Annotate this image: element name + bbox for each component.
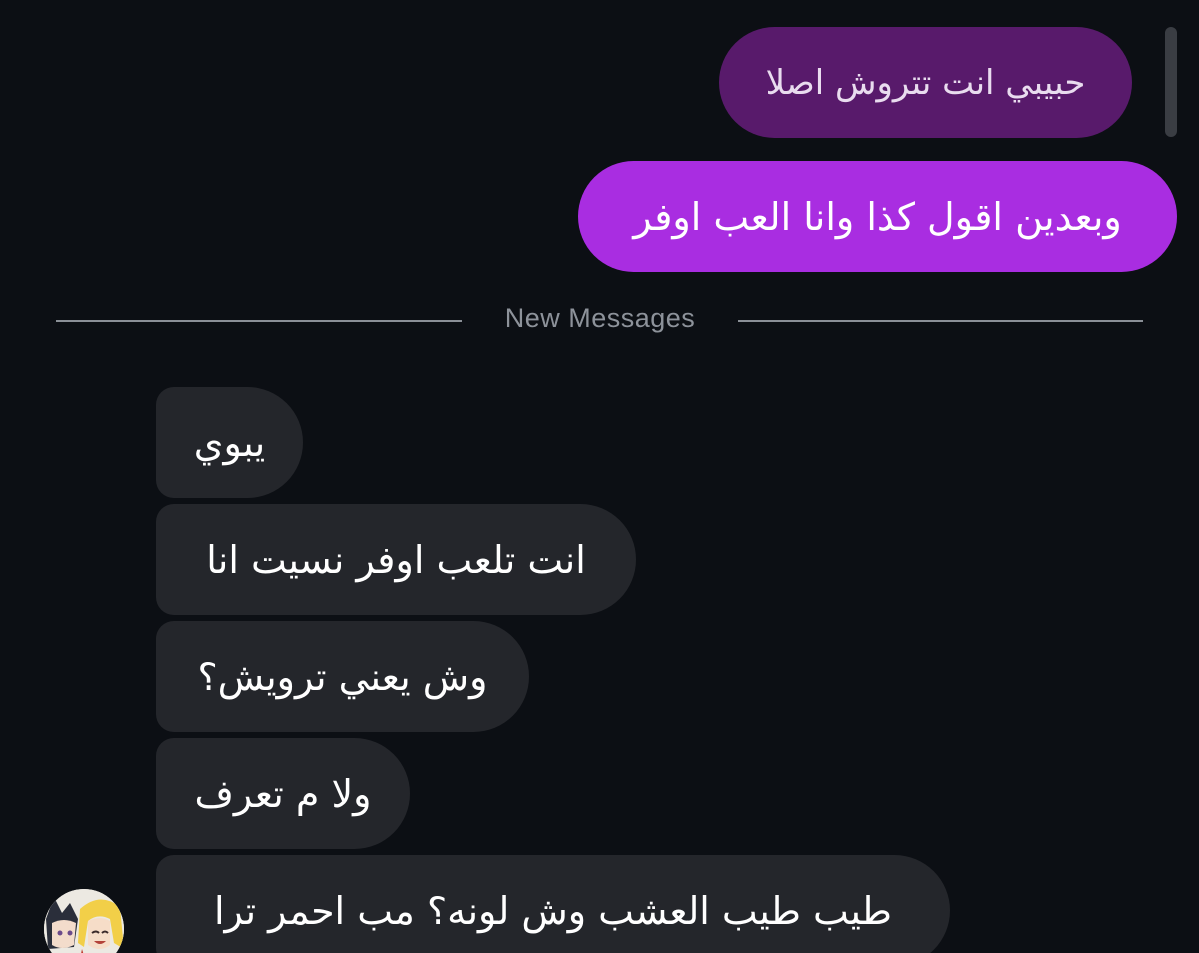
received-message-bubble[interactable]: ولا م تعرف [156,738,410,849]
received-message-text: يبوي [193,420,266,465]
scrollbar[interactable] [1165,27,1177,137]
received-message-text: انت تلعب اوفر نسيت انا [206,537,586,582]
sent-message-bubble[interactable]: حبيبي انت تتروش اصلا [719,27,1132,138]
anime-avatar-icon [44,889,124,953]
new-messages-divider-line [56,320,462,322]
received-message-bubble[interactable]: وش يعني ترويش؟ [156,621,529,732]
chat-view: حبيبي انت تتروش اصلا وبعدين اقول كذا وان… [0,0,1199,953]
received-message-bubble[interactable]: طيب طيب العشب وش لونه؟ مب احمر ترا [156,855,950,953]
received-message-text: طيب طيب العشب وش لونه؟ مب احمر ترا [213,888,893,933]
new-messages-divider-line [738,320,1143,322]
sent-message-text: وبعدين اقول كذا وانا العب اوفر [633,194,1122,239]
received-message-bubble[interactable]: يبوي [156,387,303,498]
sender-avatar[interactable] [44,889,124,953]
sent-message-text: حبيبي انت تتروش اصلا [765,62,1086,103]
received-message-text: ولا م تعرف [194,771,372,816]
received-message-text: وش يعني ترويش؟ [197,654,488,699]
sent-message-bubble[interactable]: وبعدين اقول كذا وانا العب اوفر [578,161,1177,272]
new-messages-divider-label: New Messages [504,303,696,333]
received-message-bubble[interactable]: انت تلعب اوفر نسيت انا [156,504,636,615]
